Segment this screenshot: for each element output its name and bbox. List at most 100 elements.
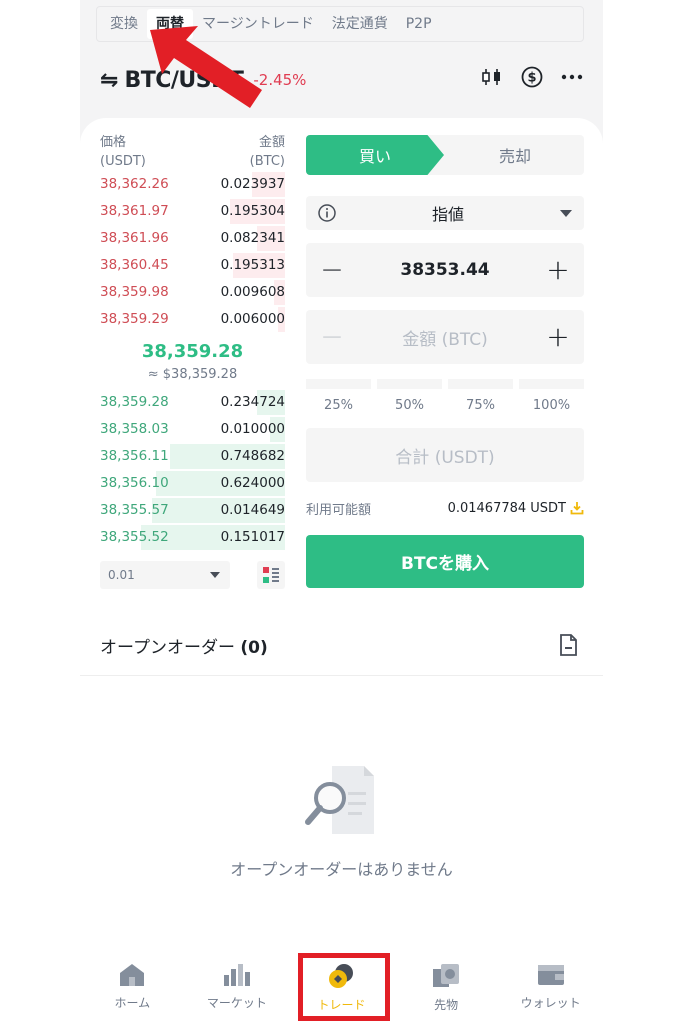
empty-search-icon xyxy=(302,762,382,846)
side-tabs: 買い 売却 xyxy=(306,135,584,175)
bid-price: 38,355.52 xyxy=(100,529,169,545)
order-type-label: 指値 xyxy=(431,205,464,224)
percent-75[interactable]: 75% xyxy=(448,398,513,413)
percent-100[interactable]: 100% xyxy=(519,398,584,413)
bid-price: 38,355.57 xyxy=(100,502,169,518)
bid-amount: 0.010000 xyxy=(220,421,285,437)
percent-slider[interactable] xyxy=(306,379,584,389)
ask-row[interactable]: 38,361.96 0.082341 xyxy=(100,225,285,252)
nav-futures[interactable]: 先物 xyxy=(401,955,491,1024)
amount-decrease-button[interactable]: − xyxy=(318,323,346,351)
ask-amount: 0.195313 xyxy=(220,257,285,273)
price-header: 価格 xyxy=(100,135,127,150)
svg-text:$: $ xyxy=(527,71,536,86)
bid-row[interactable]: 38,355.57 0.014649 xyxy=(100,497,285,524)
bid-amount: 0.151017 xyxy=(220,529,285,545)
tab-p2p[interactable]: P2P xyxy=(397,9,441,39)
ask-row[interactable]: 38,362.26 0.023937 xyxy=(100,171,285,198)
bid-amount: 0.234724 xyxy=(220,394,285,410)
buy-btc-button[interactable]: BTCを購入 xyxy=(306,535,584,588)
total-input[interactable]: 合計 (USDT) xyxy=(306,428,584,482)
buy-tab[interactable]: 買い xyxy=(306,135,444,175)
open-orders-title[interactable]: オープンオーダー (0) xyxy=(100,633,268,658)
bid-price: 38,359.28 xyxy=(100,394,169,410)
sell-tab[interactable]: 売却 xyxy=(446,135,584,175)
last-price-usd: ≈ $38,359.28 xyxy=(147,367,238,382)
home-icon xyxy=(120,964,145,986)
nav-futures-label: 先物 xyxy=(434,998,459,1012)
percent-segment[interactable] xyxy=(448,379,513,389)
bid-row[interactable]: 38,358.03 0.010000 xyxy=(100,416,285,443)
amount-unit: (BTC) xyxy=(249,154,285,169)
ask-row[interactable]: 38,361.97 0.195304 xyxy=(100,198,285,225)
order-history-icon[interactable] xyxy=(559,634,577,660)
market-bars-icon xyxy=(223,964,250,986)
open-orders-label: オープンオーダー xyxy=(100,638,235,658)
bid-price: 38,358.03 xyxy=(100,421,169,437)
red-arrow-annotation xyxy=(150,26,262,108)
ask-amount: 0.082341 xyxy=(220,230,285,246)
order-book-footer: 0.01 xyxy=(100,561,285,589)
price-decrease-button[interactable]: − xyxy=(318,256,346,284)
bid-price: 38,356.10 xyxy=(100,475,169,491)
order-type-select[interactable]: 指値 xyxy=(306,196,584,230)
book-layout-icon xyxy=(263,567,279,583)
ask-list: 38,362.26 0.023937 38,361.97 0.195304 38,361… xyxy=(100,171,285,333)
bid-row[interactable]: 38,359.28 0.234724 xyxy=(100,389,285,416)
available-label: 利用可能額 xyxy=(306,502,372,518)
dollar-circle-icon[interactable]: $ xyxy=(521,66,543,88)
bid-price: 38,356.11 xyxy=(100,448,169,464)
book-view-toggle[interactable] xyxy=(257,561,285,589)
caret-down-icon xyxy=(559,209,572,217)
amount-stepper: − 金額 (BTC) + xyxy=(306,310,584,364)
nav-markets-label: マーケット xyxy=(206,996,267,1010)
trade-screen: 変換 両替 マージントレード 法定通貨 P2P ⇋ BTC/USDT -2.45… xyxy=(80,0,603,1024)
amount-increase-button[interactable]: + xyxy=(544,323,572,351)
amount-input[interactable]: 金額 (BTC) xyxy=(402,325,488,350)
ask-amount: 0.009608 xyxy=(220,284,285,300)
price-input[interactable]: 38353.44 xyxy=(400,260,489,280)
last-price[interactable]: 38,359.28 xyxy=(100,339,285,365)
divider xyxy=(80,675,603,676)
percent-segment[interactable] xyxy=(377,379,442,389)
percent-25[interactable]: 25% xyxy=(306,398,371,413)
futures-icon xyxy=(433,964,460,987)
ask-price: 38,360.45 xyxy=(100,257,169,273)
order-book-header: 価格 (USDT) 金額 (BTC) xyxy=(100,133,285,171)
ask-price: 38,362.26 xyxy=(100,176,169,192)
ask-price: 38,361.97 xyxy=(100,203,169,219)
nav-wallet[interactable]: ウォレット xyxy=(506,955,596,1024)
candlestick-icon[interactable] xyxy=(481,66,503,88)
bid-amount: 0.624000 xyxy=(220,475,285,491)
amount-header: 金額 xyxy=(258,135,285,150)
bid-row[interactable]: 38,355.52 0.151017 xyxy=(100,524,285,551)
order-form: 買い 売却 指値 − 38353.44 + − 金額 (BTC) + 25% 5… xyxy=(306,135,584,588)
info-icon[interactable] xyxy=(318,204,336,222)
nav-home[interactable]: ホーム xyxy=(87,955,177,1024)
bid-row[interactable]: 38,356.11 0.748682 xyxy=(100,443,285,470)
depth-precision-select[interactable]: 0.01 xyxy=(100,561,230,589)
price-stepper: − 38353.44 + xyxy=(306,243,584,297)
depth-precision-value: 0.01 xyxy=(108,568,135,582)
more-icon[interactable] xyxy=(561,66,583,88)
ask-amount: 0.195304 xyxy=(220,203,285,219)
swap-arrows-icon: ⇋ xyxy=(100,67,119,93)
tab-fiat[interactable]: 法定通貨 xyxy=(323,9,397,39)
bid-list: 38,359.28 0.234724 38,358.03 0.010000 38,356… xyxy=(100,389,285,551)
percent-50[interactable]: 50% xyxy=(377,398,442,413)
ask-row[interactable]: 38,359.29 0.006000 xyxy=(100,306,285,333)
available-value: 0.01467784 USDT xyxy=(447,500,566,516)
available-balance: 利用可能額 0.01467784 USDT xyxy=(306,498,584,518)
nav-wallet-label: ウォレット xyxy=(520,996,581,1010)
empty-orders-text: オープンオーダーはありません xyxy=(230,860,453,879)
nav-markets[interactable]: マーケット xyxy=(192,955,282,1024)
deposit-icon[interactable] xyxy=(570,501,584,515)
percent-segment[interactable] xyxy=(306,379,371,389)
ask-row[interactable]: 38,359.98 0.009608 xyxy=(100,279,285,306)
price-increase-button[interactable]: + xyxy=(544,256,572,284)
open-orders-count: (0) xyxy=(240,638,268,658)
bid-row[interactable]: 38,356.10 0.624000 xyxy=(100,470,285,497)
ask-row[interactable]: 38,360.45 0.195313 xyxy=(100,252,285,279)
red-highlight-box xyxy=(298,953,390,1021)
percent-segment[interactable] xyxy=(519,379,584,389)
